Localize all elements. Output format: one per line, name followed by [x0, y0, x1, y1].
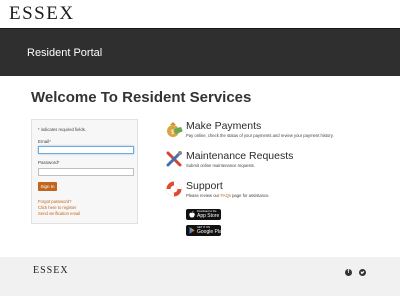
portal-header: Resident Portal	[0, 28, 400, 76]
appstore-big-text: App Store	[197, 213, 220, 219]
email-label-text: Email	[38, 139, 50, 144]
twitter-bird-glyph	[360, 271, 365, 274]
email-label: Email*	[38, 139, 51, 144]
service-desc: Submit online maintenance requests.	[186, 163, 255, 168]
password-field[interactable]	[38, 168, 134, 176]
twitter-icon[interactable]	[359, 269, 366, 276]
google-play-badge[interactable]: GET IT ON Google Play	[186, 225, 225, 236]
facebook-icon[interactable]: f	[345, 269, 352, 276]
login-form: * indicates required fields. Email* Pass…	[31, 119, 138, 224]
page-title: Welcome To Resident Services	[31, 89, 252, 106]
register-link[interactable]: Click here to register	[38, 205, 76, 210]
service-desc: Please review our FAQs page for assistan…	[186, 193, 270, 198]
email-field[interactable]	[38, 146, 134, 154]
portal-title: Resident Portal	[27, 47, 103, 59]
brand-bar: ESSEX	[0, 0, 400, 27]
forgot-password-link[interactable]: Forgot password?	[38, 199, 72, 204]
essex-logo[interactable]: ESSEX	[9, 4, 75, 24]
verification-email-link[interactable]: Send verification email	[38, 211, 80, 216]
app-store-badge[interactable]: Download on the App Store	[186, 209, 221, 220]
required-marker: *	[49, 139, 52, 144]
support-desc-pre: Please review our	[186, 193, 221, 198]
lifebuoy-icon	[166, 181, 182, 197]
required-note: * indicates required fields.	[38, 127, 86, 132]
google-play-icon	[189, 227, 195, 234]
signin-button[interactable]: Sign In	[38, 182, 57, 191]
service-desc: Pay online, check the status of your pay…	[186, 133, 334, 138]
faqs-link[interactable]: FAQs	[220, 193, 230, 198]
money-bag-icon: $	[167, 122, 183, 137]
required-marker: *	[57, 160, 60, 165]
support-desc-post: page for assistance.	[230, 193, 270, 198]
password-label: Password*	[38, 160, 60, 165]
service-title[interactable]: Make Payments	[186, 120, 261, 132]
password-label-text: Password	[38, 160, 58, 165]
footer: ESSEX f	[0, 257, 400, 296]
tools-icon	[166, 151, 182, 167]
footer-logo[interactable]: ESSEX	[33, 265, 69, 277]
apple-icon	[189, 211, 195, 218]
service-title[interactable]: Maintenance Requests	[186, 150, 293, 162]
service-title[interactable]: Support	[186, 180, 223, 192]
googleplay-big-text: Google Play	[197, 229, 225, 235]
